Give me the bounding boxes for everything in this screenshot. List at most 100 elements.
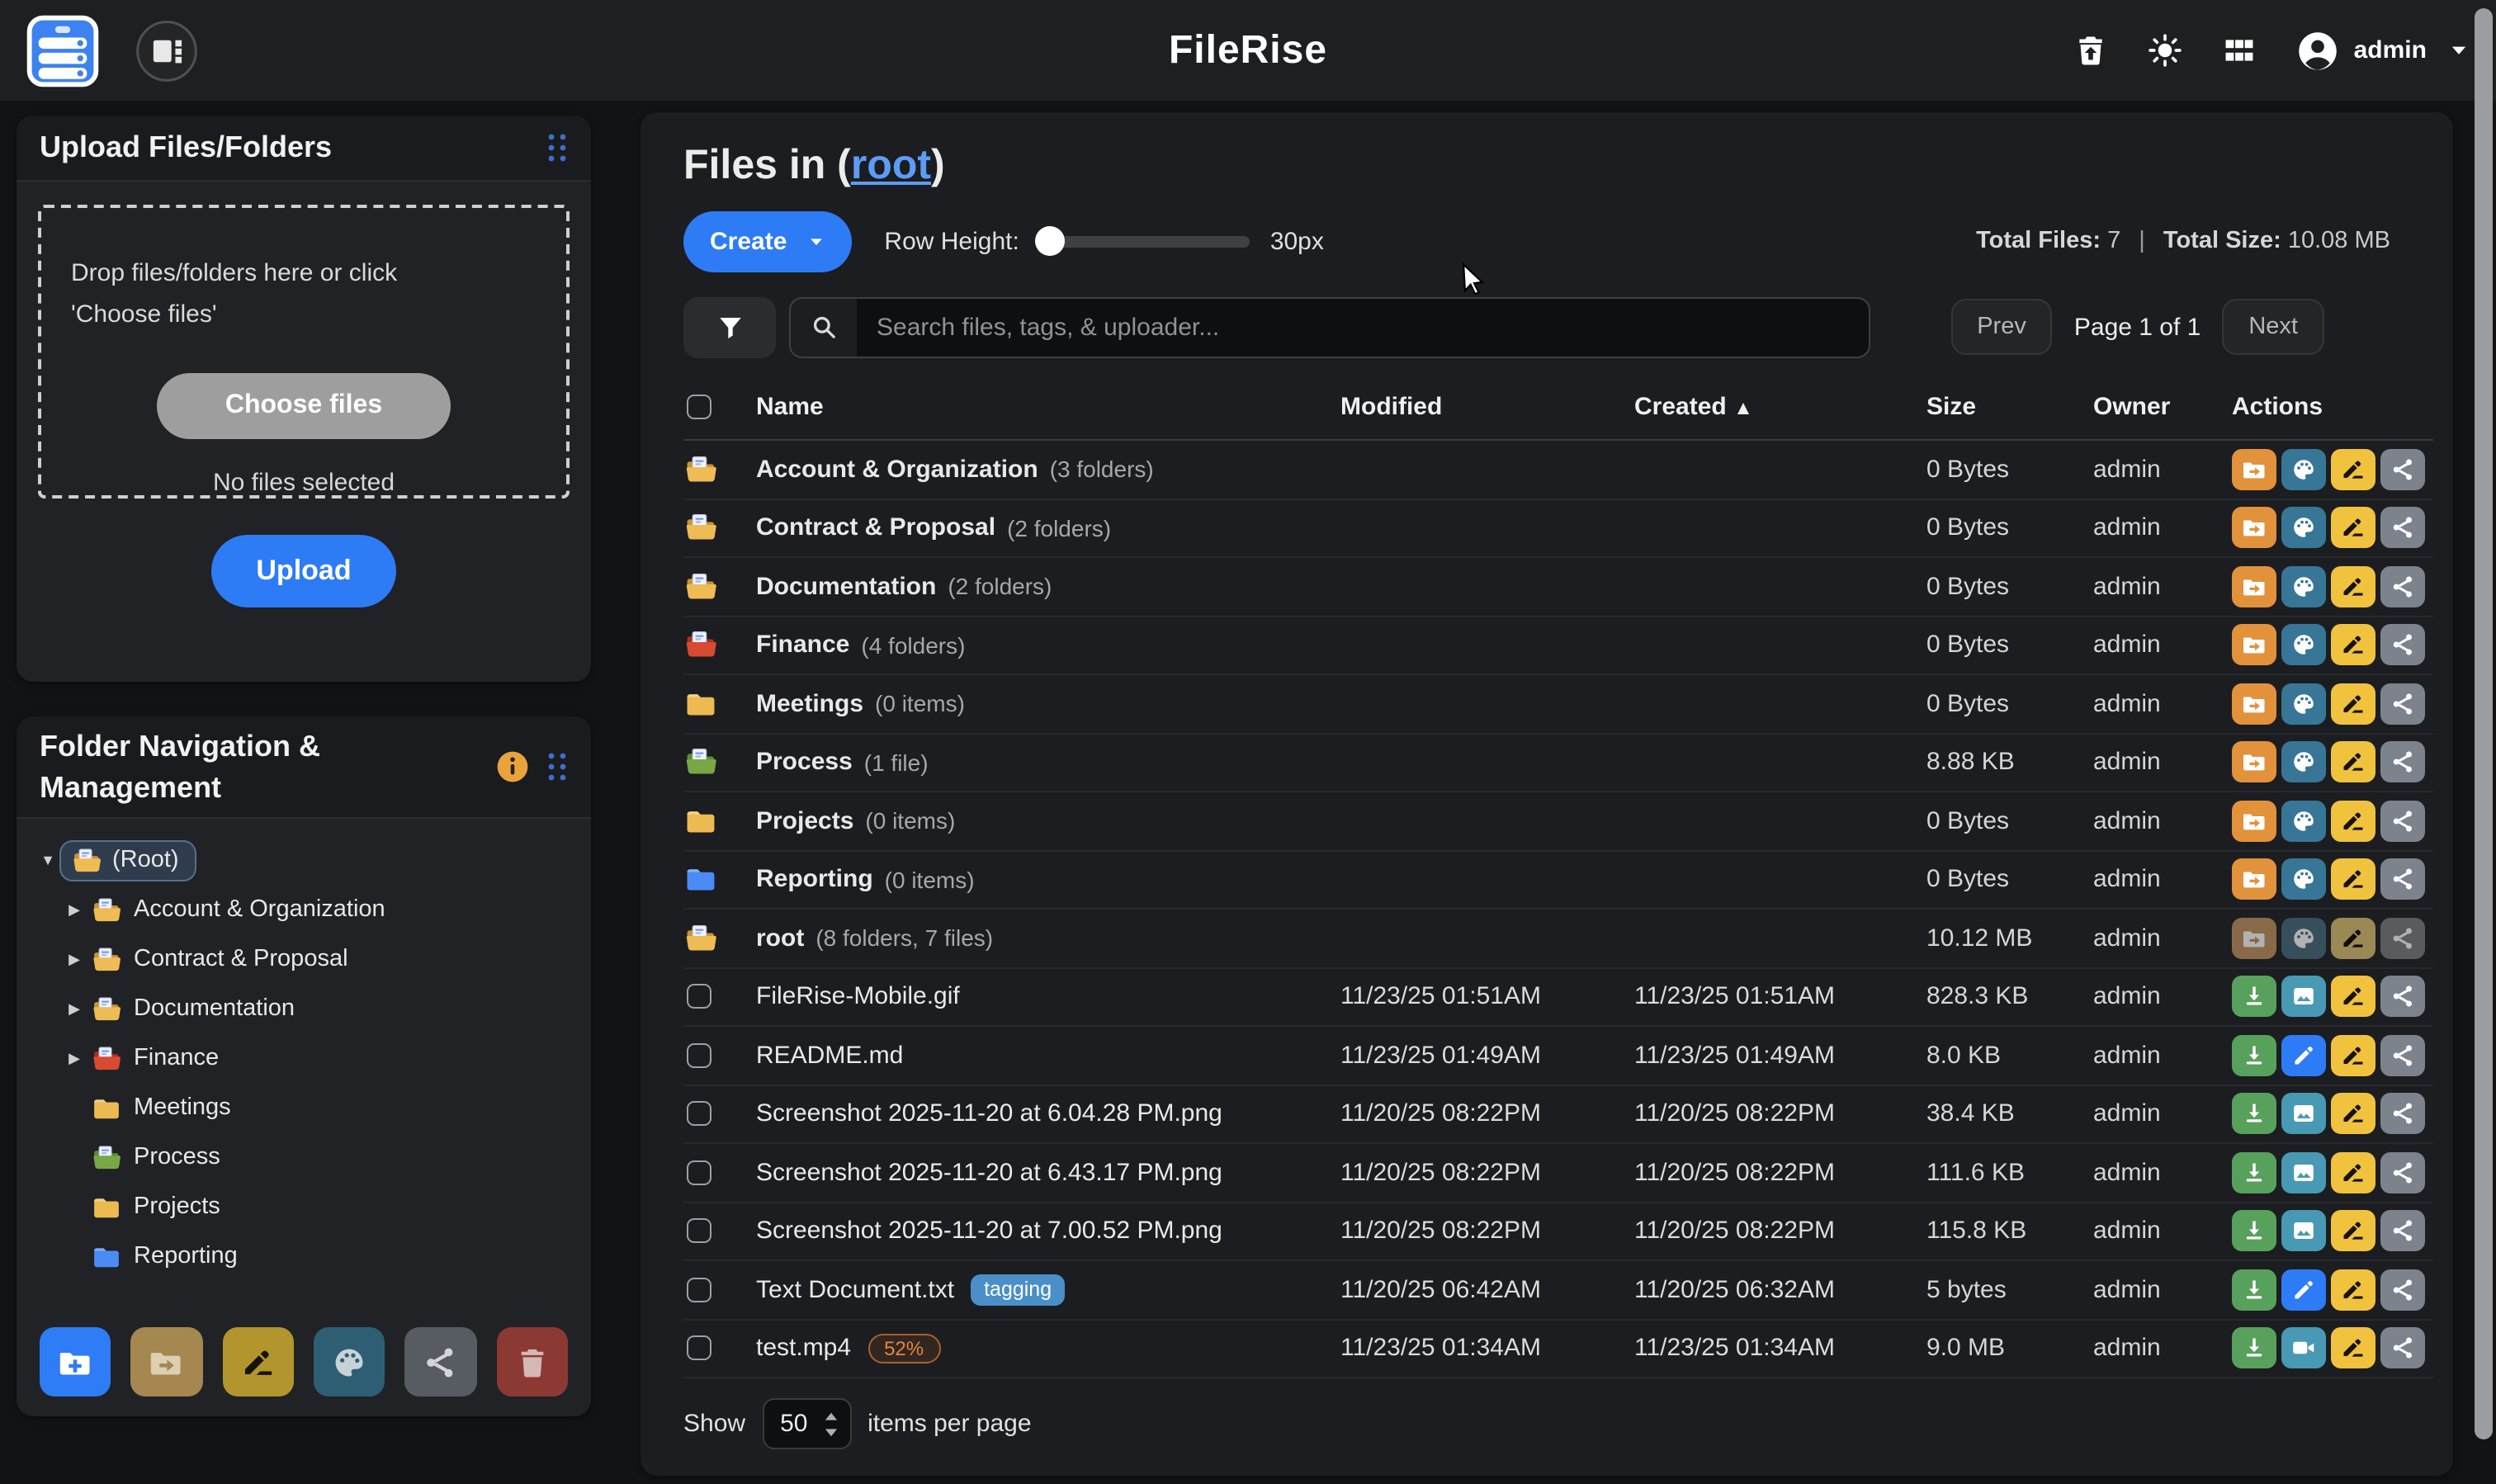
download-button[interactable] [2232, 1094, 2276, 1135]
share-button[interactable] [2380, 449, 2425, 490]
folder-color-button[interactable] [2281, 801, 2326, 842]
rename-button[interactable] [2331, 566, 2375, 607]
rename-button[interactable] [2331, 625, 2375, 666]
tree-caret-icon[interactable]: ▶ [63, 1049, 86, 1067]
folder-name[interactable]: Projects [756, 807, 853, 835]
file-name[interactable]: Screenshot 2025-11-20 at 6.43.17 PM.png [756, 1159, 1222, 1187]
rename-button[interactable] [2331, 1035, 2375, 1076]
folder-color-button[interactable] [2281, 859, 2326, 900]
table-row[interactable]: Screenshot 2025-11-20 at 6.04.28 PM.png1… [683, 1085, 2433, 1144]
file-name[interactable]: Screenshot 2025-11-20 at 6.04.28 PM.png [756, 1100, 1222, 1128]
move-folder-button[interactable] [2232, 742, 2276, 783]
folder-color-button[interactable] [2281, 918, 2326, 959]
column-name[interactable]: Name [743, 393, 1340, 421]
share-button[interactable] [2380, 1269, 2425, 1311]
preview-button[interactable] [2281, 1152, 2326, 1193]
rename-button[interactable] [2331, 742, 2375, 783]
row-checkbox[interactable] [687, 1160, 711, 1185]
drop-zone[interactable]: Drop files/folders here or click 'Choose… [38, 205, 570, 499]
root-breadcrumb-link[interactable]: root [851, 142, 931, 188]
rename-button[interactable] [2331, 449, 2375, 490]
table-row[interactable]: Finance(4 folders)0 Bytesadmin [683, 617, 2433, 675]
tree-caret-icon[interactable]: ▶ [63, 1000, 86, 1018]
slider-knob[interactable] [1036, 226, 1066, 256]
filter-button[interactable] [683, 296, 776, 357]
table-row[interactable]: test.mp452%11/23/25 01:34AM11/23/25 01:3… [683, 1320, 2433, 1378]
move-folder-button[interactable] [2232, 625, 2276, 666]
row-checkbox[interactable] [687, 985, 711, 1009]
tree-item-contract-proposal[interactable]: ▶Contract & Proposal [36, 934, 574, 984]
rename-button[interactable] [2331, 1152, 2375, 1193]
move-folder-button[interactable] [2232, 508, 2276, 549]
tree-item-reporting[interactable]: Reporting [36, 1231, 574, 1281]
row-checkbox[interactable] [687, 1219, 711, 1244]
share-button[interactable] [2380, 859, 2425, 900]
share-button[interactable] [2380, 742, 2425, 783]
column-modified[interactable]: Modified [1340, 393, 1634, 421]
folder-name[interactable]: Contract & Proposal [756, 514, 995, 542]
table-row[interactable]: README.md11/23/25 01:49AM11/23/25 01:49A… [683, 1027, 2433, 1085]
download-button[interactable] [2232, 1269, 2276, 1311]
create-folder-button[interactable] [40, 1327, 111, 1397]
rename-folder-button[interactable] [222, 1327, 294, 1397]
app-logo-icon[interactable] [26, 14, 99, 87]
selected-folder-pill[interactable]: (Root) [59, 839, 197, 881]
share-button[interactable] [2380, 566, 2425, 607]
download-button[interactable] [2232, 1211, 2276, 1252]
preview-button[interactable] [2281, 1094, 2326, 1135]
delete-folder-button[interactable] [496, 1327, 568, 1397]
drag-handle-icon[interactable] [546, 132, 568, 163]
folder-color-button[interactable] [314, 1327, 385, 1397]
share-button[interactable] [2380, 625, 2425, 666]
folder-color-button[interactable] [2281, 566, 2326, 607]
page-scrollbar[interactable] [2475, 8, 2493, 1439]
tree-item-documentation[interactable]: ▶Documentation [36, 984, 574, 1033]
table-row[interactable]: FileRise-Mobile.gif11/23/25 01:51AM11/23… [683, 968, 2433, 1027]
move-folder-button[interactable] [2232, 683, 2276, 725]
share-button[interactable] [2380, 801, 2425, 842]
file-name[interactable]: README.md [756, 1042, 903, 1070]
table-row[interactable]: Account & Organization(3 folders)0 Bytes… [683, 441, 2433, 499]
search-input[interactable] [857, 298, 1869, 356]
edit-button[interactable] [2281, 1269, 2326, 1311]
folder-name[interactable]: Meetings [756, 690, 863, 718]
table-row[interactable]: root(8 folders, 7 files)10.12 MBadmin [683, 910, 2433, 968]
file-name[interactable]: test.mp4 [756, 1335, 851, 1363]
rename-button[interactable] [2331, 1328, 2375, 1369]
rename-button[interactable] [2331, 976, 2375, 1018]
preview-button[interactable] [2281, 976, 2326, 1018]
share-button[interactable] [2380, 1152, 2425, 1193]
table-row[interactable]: Projects(0 items)0 Bytesadmin [683, 792, 2433, 851]
rename-button[interactable] [2331, 1269, 2375, 1311]
row-checkbox[interactable] [687, 1278, 711, 1302]
move-folder-button[interactable] [2232, 566, 2276, 607]
table-row[interactable]: Screenshot 2025-11-20 at 7.00.52 PM.png1… [683, 1203, 2433, 1261]
move-folder-button[interactable] [2232, 449, 2276, 490]
table-row[interactable]: Contract & Proposal(2 folders)0 Bytesadm… [683, 499, 2433, 558]
folder-color-button[interactable] [2281, 742, 2326, 783]
share-button[interactable] [2380, 976, 2425, 1018]
folder-color-button[interactable] [2281, 625, 2326, 666]
sun-icon[interactable] [2148, 33, 2182, 68]
sidebar-toggle-icon[interactable] [135, 19, 198, 82]
rename-button[interactable] [2331, 1094, 2375, 1135]
row-height-slider[interactable] [1039, 226, 1250, 256]
row-checkbox[interactable] [687, 1102, 711, 1127]
table-row[interactable]: Text Document.txttagging11/20/25 06:42AM… [683, 1261, 2433, 1320]
row-checkbox[interactable] [687, 1043, 711, 1068]
column-created[interactable]: Created ▲ [1634, 393, 1926, 421]
row-checkbox[interactable] [687, 1336, 711, 1361]
rename-button[interactable] [2331, 508, 2375, 549]
share-button[interactable] [2380, 1328, 2425, 1369]
share-button[interactable] [2380, 1094, 2425, 1135]
share-button[interactable] [2380, 508, 2425, 549]
folder-name[interactable]: Process [756, 749, 853, 777]
tree-item-projects[interactable]: Projects [36, 1182, 574, 1231]
rename-button[interactable] [2331, 918, 2375, 959]
share-button[interactable] [2380, 918, 2425, 959]
move-folder-button[interactable] [2232, 859, 2276, 900]
folder-color-button[interactable] [2281, 508, 2326, 549]
choose-files-button[interactable]: Choose files [157, 372, 451, 438]
folder-name[interactable]: Finance [756, 631, 849, 659]
file-name[interactable]: Text Document.txt [756, 1276, 954, 1304]
